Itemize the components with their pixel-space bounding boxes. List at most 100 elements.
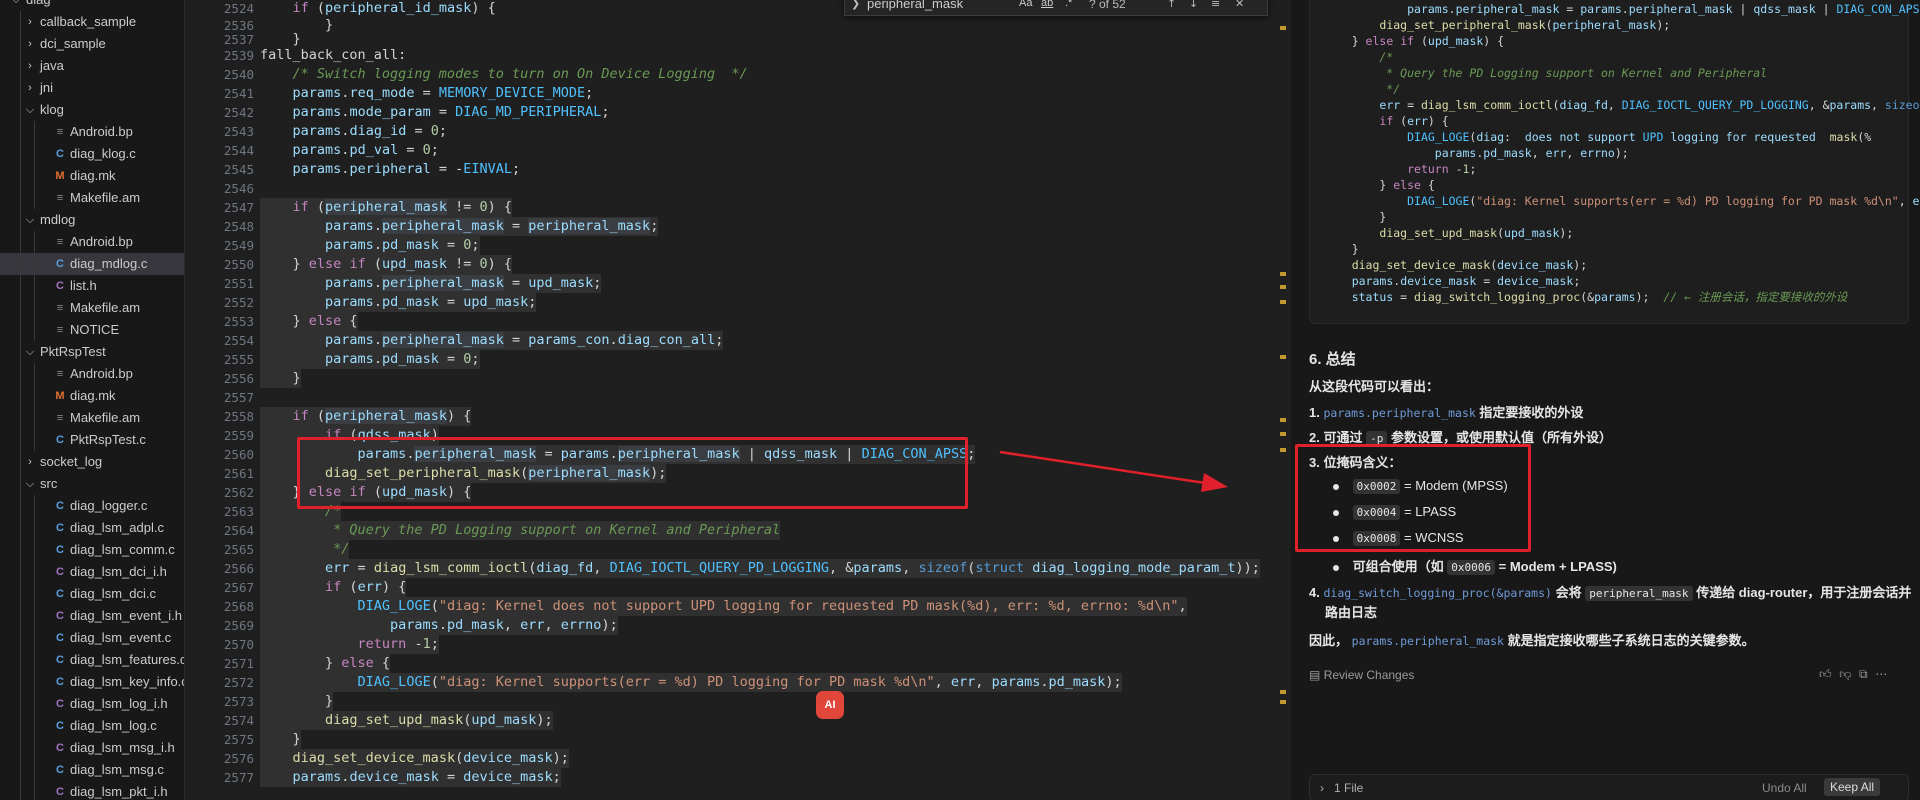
file-item[interactable]: Cdiag_lsm_msg.c [0,759,184,781]
code-line[interactable]: * Query the PD Logging support on Kernel… [260,521,781,540]
regex-toggle[interactable]: .* [1065,0,1072,9]
thumbs-up-icon[interactable]: 👍︎ [1819,667,1832,681]
file-item[interactable]: ≡ Android.bp [0,231,184,253]
file-item[interactable]: Cdiag_lsm_adpl.c [0,517,184,539]
chevron-down-icon[interactable]: ⌵ [24,99,36,121]
file-item[interactable]: ≡ NOTICE [0,319,184,341]
file-item[interactable]: Cdiag_lsm_key_info.c [0,671,184,693]
folder-item[interactable]: ⌵ klog [0,99,184,121]
code-line[interactable]: } [260,692,334,711]
code-line[interactable]: DIAG_LOGE("diag: Kernel does not support… [260,597,1187,616]
file-item[interactable]: Mdiag.mk [0,165,184,187]
folder-item[interactable]: ⌵ diag [0,0,184,11]
file-item[interactable]: Cdiag_lsm_comm.c [0,539,184,561]
code-line[interactable]: fall_back_con_all: [260,46,406,65]
code-line[interactable]: params.pd_mask = 0; [260,350,480,369]
chevron-right-icon[interactable]: › [24,55,36,77]
code-line[interactable]: params.pd_val = 0; [260,141,439,160]
chevron-right-icon[interactable]: › [1320,781,1324,795]
code-line[interactable]: if (peripheral_mask) { [260,407,472,426]
file-item[interactable]: Cdiag_lsm_features.c [0,649,184,671]
files-count[interactable]: 1 File [1334,781,1363,795]
file-item[interactable]: Clist.h [0,275,184,297]
code-editor[interactable]: 2524 2536 2537 2539 2540 2541 2542 2543 2544 2545… [186,0,1290,800]
code-line[interactable]: params.peripheral = -EINVAL; [260,160,521,179]
code-line[interactable]: params.diag_id = 0; [260,122,448,141]
chevron-down-icon[interactable]: ⌵ [24,473,36,495]
code-line[interactable]: } [260,369,301,388]
file-item[interactable]: Cdiag_klog.c [0,143,184,165]
code-line[interactable]: params.peripheral_mask = peripheral_mask… [260,217,659,236]
copy-icon[interactable]: ⧉ [1859,667,1868,681]
selection-filter-icon[interactable]: ≡ [1211,0,1220,10]
code-line[interactable]: diag_set_upd_mask(upd_mask); [260,711,553,730]
file-item[interactable]: ≡ Android.bp [0,363,184,385]
code-line[interactable]: } else { [260,654,391,673]
file-item[interactable]: Cdiag_lsm_pkt_i.h [0,781,184,800]
code-area[interactable]: if (peripheral_id_mask) { } } fall_back_c… [260,0,1280,800]
code-line[interactable]: } [260,730,301,749]
file-item[interactable]: ≡ Makefile.am [0,187,184,209]
code-line[interactable]: DIAG_LOGE("diag: Kernel supports(err = %… [260,673,1122,692]
code-line[interactable]: params.peripheral_mask = params_con.diag… [260,331,724,350]
code-line[interactable]: if (err) { [260,578,407,597]
chevron-right-icon[interactable]: ❯ [851,0,860,10]
chevron-right-icon[interactable]: › [24,451,36,473]
folder-item[interactable]: ⌵ PktRspTest [0,341,184,363]
folder-item[interactable]: ⌵ src [0,473,184,495]
chevron-down-icon[interactable]: ⌵ [24,209,36,231]
keep-all-button[interactable]: Keep All [1824,778,1881,796]
file-item[interactable]: Cdiag_lsm_event_i.h [0,605,184,627]
folder-item[interactable]: › java [0,55,184,77]
code-line[interactable]: params.mode_param = DIAG_MD_PERIPHERAL; [260,103,610,122]
code-line[interactable]: params.pd_mask = 0; [260,236,480,255]
code-line[interactable]: } else if (upd_mask != 0) { [260,255,513,274]
code-line[interactable]: */ [260,540,350,559]
arrow-down-icon[interactable]: ↓ [1189,0,1198,10]
chevron-right-icon[interactable]: › [24,33,36,55]
folder-item[interactable]: › callback_sample [0,11,184,33]
file-item[interactable]: ≡ Makefile.am [0,297,184,319]
code-line[interactable]: params.device_mask = device_mask; [260,768,561,787]
code-line[interactable]: diag_set_device_mask(device_mask); [260,749,569,768]
code-line[interactable]: } else { [260,312,358,331]
code-line[interactable]: return -1; [260,635,439,654]
editor-scrollbar[interactable] [1276,0,1290,800]
folder-item[interactable]: ⌵ mdlog [0,209,184,231]
more-icon[interactable]: ⋯ [1875,667,1887,681]
file-item[interactable]: Cdiag_lsm_log.c [0,715,184,737]
file-item[interactable]: Cdiag_logger.c [0,495,184,517]
code-line[interactable]: params.pd_mask = upd_mask; [260,293,537,312]
arrow-up-icon[interactable]: ↑ [1167,0,1176,10]
chevron-right-icon[interactable]: › [24,11,36,33]
folder-item[interactable]: › dci_sample [0,33,184,55]
match-case-toggle[interactable]: Aa [1019,0,1032,9]
code-line[interactable]: /* Switch logging modes to turn on On De… [260,65,748,84]
code-line[interactable]: params.req_mode = MEMORY_DEVICE_MODE; [260,84,594,103]
file-item[interactable]: Cdiag_lsm_log_i.h [0,693,184,715]
file-item[interactable]: C PktRspTest.c [0,429,184,451]
file-item[interactable]: Mdiag.mk [0,385,184,407]
file-item[interactable]: ≡ Android.bp [0,121,184,143]
chevron-down-icon[interactable]: ⌵ [24,341,36,363]
chevron-right-icon[interactable]: › [24,77,36,99]
ai-assistant-badge[interactable]: AI [816,691,844,719]
code-line[interactable]: params.peripheral_mask = upd_mask; [260,274,602,293]
thumbs-down-icon[interactable]: 👎︎ [1839,667,1851,681]
file-item[interactable]: Cdiag_lsm_dci_i.h [0,561,184,583]
code-line[interactable]: params.pd_mask, err, errno); [260,616,618,635]
file-item[interactable]: Cdiag_lsm_dci.c [0,583,184,605]
file-item[interactable]: Cdiag_lsm_msg_i.h [0,737,184,759]
code-line[interactable]: if (peripheral_mask != 0) { [260,198,513,217]
find-input[interactable]: peripheral_mask [867,0,963,11]
chevron-down-icon[interactable]: ⌵ [10,0,22,11]
folder-item[interactable]: › jni [0,77,184,99]
close-icon[interactable]: ✕ [1235,0,1244,10]
file-item[interactable]: Cdiag_lsm_event.c [0,627,184,649]
code-line[interactable]: err = diag_lsm_comm_ioctl(diag_fd, DIAG_… [260,559,1260,578]
find-widget[interactable]: ❯ peripheral_mask Aa ab .* ? of 52 ↑ ↓ ≡… [844,0,1268,16]
file-item[interactable]: ≡ Makefile.am [0,407,184,429]
folder-item[interactable]: › socket_log [0,451,184,473]
file-item[interactable]: Cdiag_mdlog.c [0,253,184,275]
review-changes-link[interactable]: ▤ Review Changes [1309,668,1414,682]
